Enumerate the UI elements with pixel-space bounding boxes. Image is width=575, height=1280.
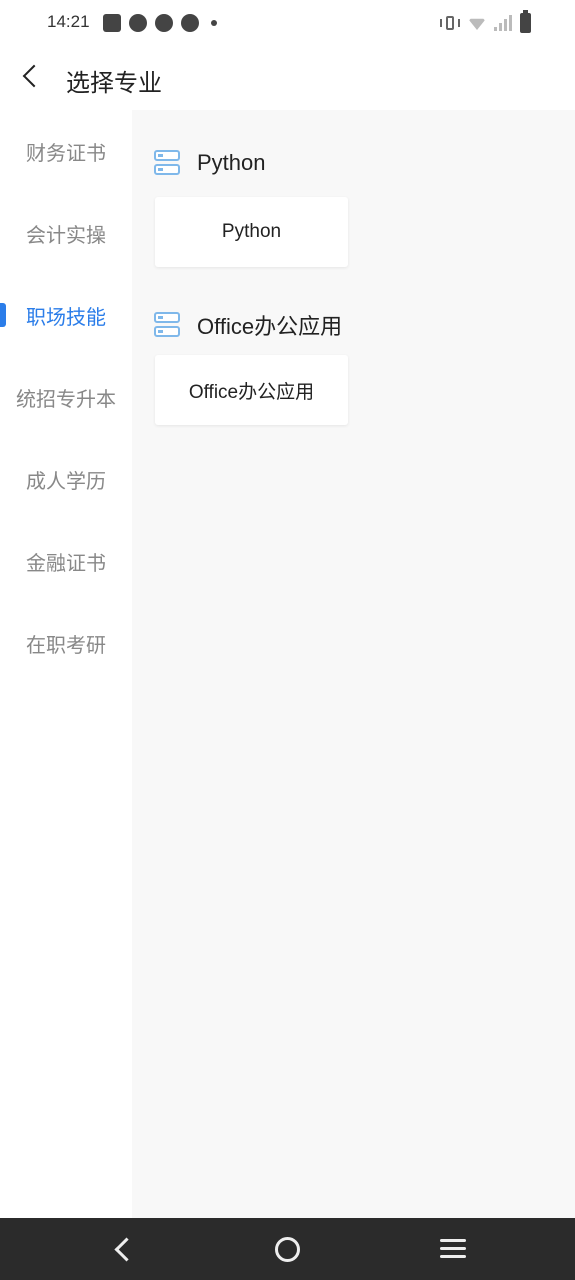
sidebar-item-workplace-skills[interactable]: 职场技能 bbox=[0, 274, 132, 356]
sidebar-item-finance-cert-2[interactable]: 金融证书 bbox=[0, 520, 132, 602]
app-notification-icon bbox=[129, 14, 147, 32]
database-icon bbox=[154, 312, 180, 338]
sidebar-item-label: 在职考研 bbox=[26, 632, 106, 657]
status-time: 14:21 bbox=[47, 12, 90, 31]
major-list: Python Python Office办公应用 Office办公应用 bbox=[132, 110, 575, 1218]
app-notification-icon bbox=[181, 14, 199, 32]
sidebar-item-upgrade-degree[interactable]: 统招专升本 bbox=[0, 356, 132, 438]
wifi-icon bbox=[468, 18, 486, 30]
battery-icon bbox=[520, 10, 531, 33]
vibrate-icon bbox=[440, 15, 460, 31]
system-icons bbox=[440, 10, 531, 33]
sidebar-item-adult-education[interactable]: 成人学历 bbox=[0, 438, 132, 520]
page-title: 选择专业 bbox=[66, 69, 162, 97]
sidebar-item-postgraduate[interactable]: 在职考研 bbox=[0, 602, 132, 684]
sidebar-item-label: 财务证书 bbox=[26, 140, 106, 165]
section-header: Python bbox=[154, 150, 266, 176]
nav-back-icon[interactable] bbox=[112, 1238, 134, 1260]
more-notifications-icon bbox=[211, 20, 217, 26]
nav-menu-icon[interactable] bbox=[440, 1239, 466, 1259]
major-card-label: Office办公应用 bbox=[188, 381, 315, 403]
major-card-label: Python bbox=[221, 221, 282, 242]
section-title: Python bbox=[197, 150, 266, 175]
signal-icon bbox=[494, 15, 512, 31]
sidebar-item-label: 统招专升本 bbox=[16, 386, 116, 411]
sidebar-item-label: 会计实操 bbox=[26, 222, 106, 247]
nav-home-icon[interactable] bbox=[275, 1237, 300, 1262]
mail-notification-icon bbox=[103, 14, 121, 32]
back-button[interactable] bbox=[14, 60, 50, 96]
database-icon bbox=[154, 150, 180, 176]
category-sidebar: 财务证书 会计实操 职场技能 统招专升本 成人学历 金融证书 在职考研 bbox=[0, 110, 132, 1218]
sidebar-item-accounting-practice[interactable]: 会计实操 bbox=[0, 192, 132, 274]
section-header: Office办公应用 bbox=[154, 309, 342, 341]
sidebar-item-label: 金融证书 bbox=[26, 550, 106, 575]
chevron-left-icon bbox=[22, 64, 46, 88]
sidebar-item-finance-cert[interactable]: 财务证书 bbox=[0, 110, 132, 192]
status-bar: 14:21 bbox=[0, 0, 575, 48]
major-card-office[interactable]: Office办公应用 bbox=[155, 355, 348, 425]
sidebar-item-label: 成人学历 bbox=[26, 468, 106, 493]
sidebar-item-label: 职场技能 bbox=[26, 304, 106, 329]
section-title: Office办公应用 bbox=[197, 314, 343, 339]
major-card-python[interactable]: Python bbox=[155, 197, 348, 267]
app-notification-icon bbox=[155, 14, 173, 32]
header: 选择专业 bbox=[0, 48, 575, 110]
system-navigation-bar bbox=[0, 1218, 575, 1280]
